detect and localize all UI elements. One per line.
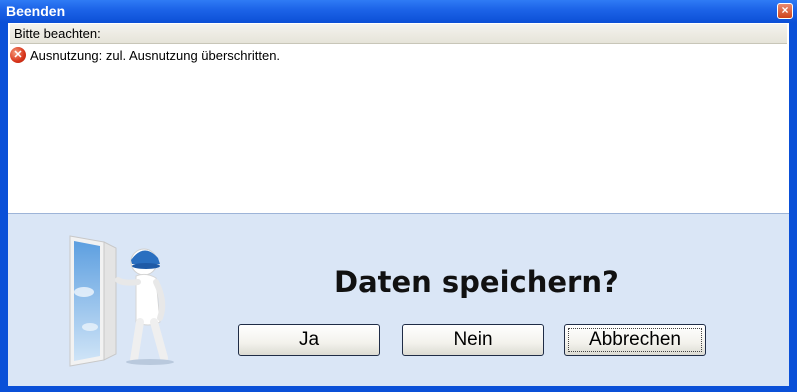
confirm-panel: Daten speichern? Ja Nein Abbrechen (8, 214, 789, 386)
dialog-window: Beenden × Bitte beachten: ✕ Ausnutzung: … (0, 0, 797, 392)
title-bar[interactable]: Beenden × (0, 0, 797, 23)
dialog-client-area: Bitte beachten: ✕ Ausnutzung: zul. Ausnu… (8, 23, 789, 386)
error-icon: ✕ (10, 47, 26, 63)
list-item[interactable]: ✕ Ausnutzung: zul. Ausnutzung überschrit… (10, 47, 780, 65)
yes-button[interactable]: Ja (238, 324, 380, 356)
cancel-button[interactable]: Abbrechen (564, 324, 706, 356)
door-figure-illustration (69, 235, 174, 367)
list-item-text: Ausnutzung: zul. Ausnutzung überschritte… (30, 48, 281, 63)
list-header[interactable]: Bitte beachten: (10, 24, 787, 44)
message-list[interactable]: Bitte beachten: ✕ Ausnutzung: zul. Ausnu… (8, 23, 789, 214)
no-button[interactable]: Nein (402, 324, 544, 356)
save-question: Daten speichern? (334, 265, 619, 299)
list-header-label: Bitte beachten: (14, 26, 101, 41)
close-button[interactable]: × (777, 3, 793, 19)
window-title: Beenden (6, 3, 66, 19)
focus-rectangle (568, 328, 702, 352)
